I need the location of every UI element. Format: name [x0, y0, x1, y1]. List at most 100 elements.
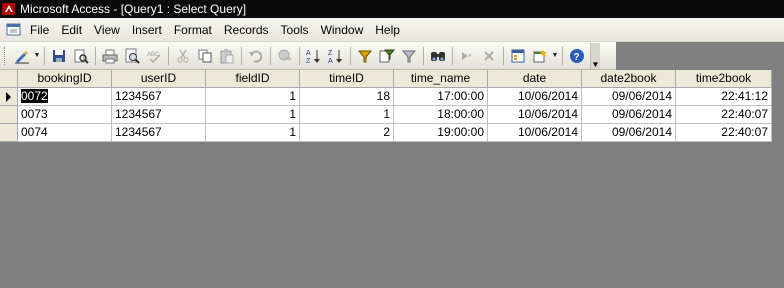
svg-text:A: A: [328, 58, 333, 64]
new-object-icon[interactable]: [529, 45, 551, 67]
column-header-date2book[interactable]: date2book: [582, 70, 676, 88]
cell-date2book[interactable]: 09/06/2014: [582, 88, 676, 106]
cut-icon: [172, 45, 194, 67]
cell-timeid[interactable]: 1: [300, 106, 394, 124]
view-icon[interactable]: [11, 45, 33, 67]
toolbar-separator: [299, 46, 300, 65]
toolbar-separator: [95, 46, 96, 65]
menu-format[interactable]: Format: [168, 19, 218, 41]
delete-record-icon: [478, 45, 500, 67]
toolbar-separator: [241, 46, 242, 65]
column-header-userid[interactable]: userID: [112, 70, 206, 88]
print-preview-icon[interactable]: [121, 45, 143, 67]
svg-text:?: ?: [574, 52, 580, 63]
cell-timeid[interactable]: 2: [300, 124, 394, 142]
cell-fieldid[interactable]: 1: [206, 106, 300, 124]
menu-bar: File Edit View Insert Format Records Too…: [0, 18, 784, 42]
select-all-cell[interactable]: [0, 70, 18, 88]
cell-fieldid[interactable]: 1: [206, 124, 300, 142]
cell-time2book[interactable]: 22:40:07: [676, 124, 772, 142]
sort-descending-icon[interactable]: ZA: [325, 45, 347, 67]
cell-bookingid[interactable]: 0073: [18, 106, 112, 124]
hyperlink-icon: [274, 45, 296, 67]
toolbar-handle[interactable]: [4, 46, 7, 65]
cell-date[interactable]: 10/06/2014: [488, 88, 582, 106]
cell-userid[interactable]: 1234567: [112, 88, 206, 106]
spelling-icon: ABC: [143, 45, 165, 67]
cell-bookingid[interactable]: 0072: [18, 88, 112, 106]
cell-time2book[interactable]: 22:40:07: [676, 106, 772, 124]
menu-records[interactable]: Records: [218, 19, 275, 41]
save-icon[interactable]: [48, 45, 70, 67]
paste-icon: [216, 45, 238, 67]
cell-time-name[interactable]: 19:00:00: [394, 124, 488, 142]
undo-icon: [245, 45, 267, 67]
cell-date[interactable]: 10/06/2014: [488, 106, 582, 124]
cell-time2book[interactable]: 22:41:12: [676, 88, 772, 106]
window-titlebar: Microsoft Access - [Query1 : Select Quer…: [0, 0, 784, 18]
cell-timeid[interactable]: 18: [300, 88, 394, 106]
view-dropdown-icon[interactable]: ▼: [33, 45, 41, 67]
menu-help[interactable]: Help: [369, 19, 406, 41]
menu-insert[interactable]: Insert: [126, 19, 168, 41]
menu-window[interactable]: Window: [315, 19, 370, 41]
svg-text:*: *: [468, 52, 472, 62]
column-header-date[interactable]: date: [488, 70, 582, 88]
new-object-dropdown-icon[interactable]: ▼: [551, 45, 559, 67]
new-record-icon: *: [456, 45, 478, 67]
svg-text:Z: Z: [328, 50, 333, 57]
menu-edit[interactable]: Edit: [55, 19, 88, 41]
document-window-icon[interactable]: [2, 20, 24, 40]
table-row[interactable]: 0072 1234567 1 18 17:00:00 10/06/2014 09…: [0, 88, 772, 106]
cell-time-name[interactable]: 18:00:00: [394, 106, 488, 124]
menu-view[interactable]: View: [88, 19, 126, 41]
row-selector[interactable]: [0, 124, 18, 142]
cell-userid[interactable]: 1234567: [112, 124, 206, 142]
toolbar-separator: [350, 46, 351, 65]
table-row[interactable]: 0073 1234567 1 1 18:00:00 10/06/2014 09/…: [0, 106, 772, 124]
print-icon[interactable]: [99, 45, 121, 67]
file-search-icon[interactable]: [70, 45, 92, 67]
access-key-icon: [2, 2, 16, 16]
toolbar-separator: [452, 46, 453, 65]
menu-tools[interactable]: Tools: [275, 19, 315, 41]
current-record-icon: [6, 92, 11, 102]
database-window-icon[interactable]: [507, 45, 529, 67]
datasheet-grid: bookingID userID fieldID timeID time_nam…: [0, 70, 772, 142]
filter-by-form-icon[interactable]: [376, 45, 398, 67]
cell-time-name[interactable]: 17:00:00: [394, 88, 488, 106]
filter-by-selection-icon[interactable]: [354, 45, 376, 67]
column-header-bookingid[interactable]: bookingID: [18, 70, 112, 88]
svg-text:A: A: [306, 50, 311, 57]
toolbar-empty-area: [616, 42, 784, 70]
column-header-time-name[interactable]: time_name: [394, 70, 488, 88]
help-icon[interactable]: ?: [566, 45, 588, 67]
cell-date[interactable]: 10/06/2014: [488, 124, 582, 142]
copy-icon[interactable]: [194, 45, 216, 67]
cell-userid[interactable]: 1234567: [112, 106, 206, 124]
table-row[interactable]: 0074 1234567 1 2 19:00:00 10/06/2014 09/…: [0, 124, 772, 142]
sort-ascending-icon[interactable]: AZ: [303, 45, 325, 67]
window-title: Microsoft Access - [Query1 : Select Quer…: [20, 2, 247, 16]
toolbar-separator: [44, 46, 45, 65]
menu-file[interactable]: File: [24, 19, 55, 41]
cell-bookingid[interactable]: 0074: [18, 124, 112, 142]
cell-date2book[interactable]: 09/06/2014: [582, 124, 676, 142]
find-icon[interactable]: [427, 45, 449, 67]
cell-fieldid[interactable]: 1: [206, 88, 300, 106]
column-header-fieldid[interactable]: fieldID: [206, 70, 300, 88]
column-header-timeid[interactable]: timeID: [300, 70, 394, 88]
svg-text:Z: Z: [306, 58, 311, 64]
toolbar-separator: [270, 46, 271, 65]
toolbar-separator: [562, 46, 563, 65]
cell-date2book[interactable]: 09/06/2014: [582, 106, 676, 124]
toolbar-separator: [423, 46, 424, 65]
toolbar-separator: [503, 46, 504, 65]
row-selector[interactable]: [0, 106, 18, 124]
row-selector[interactable]: [0, 88, 18, 106]
column-header-time2book[interactable]: time2book: [676, 70, 772, 88]
toolbar-separator: [168, 46, 169, 65]
apply-filter-icon[interactable]: [398, 45, 420, 67]
cell-value-selected[interactable]: 0072: [21, 89, 48, 103]
toolbar-options-icon[interactable]: ▼: [590, 42, 600, 69]
